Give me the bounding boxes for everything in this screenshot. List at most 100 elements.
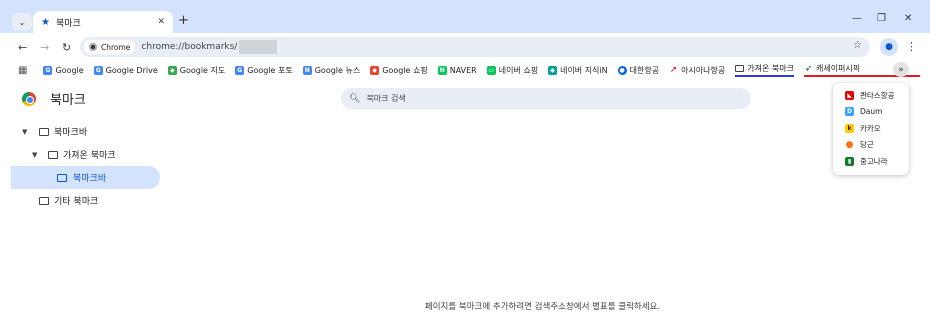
bookmark-label: Google 쇼핑 xyxy=(382,65,428,75)
qantas-icon: ◣ xyxy=(845,90,854,100)
bookmark-label: 네이버 지식iN xyxy=(560,65,608,75)
naver-shopping-icon: ▭ xyxy=(486,65,496,75)
bookmark-item[interactable]: ◆ Google 쇼핑 xyxy=(370,65,428,76)
google-icon: G xyxy=(235,65,245,75)
back-icon[interactable]: ← xyxy=(18,41,27,54)
menu-item[interactable]: ● 당근 xyxy=(833,137,909,154)
folder-tree: ▼ 북마크바 ▼ 가져온 북마크 북마크바 기타 북마크 xyxy=(11,120,161,212)
menu-item[interactable]: ◣ 콴타스항공 xyxy=(833,87,909,104)
more-menu-icon[interactable]: ⋮ xyxy=(906,40,917,53)
reload-icon[interactable]: ↻ xyxy=(62,41,71,54)
tree-node-bookmarks-bar-selected[interactable]: 북마크바 xyxy=(11,166,160,189)
restore-icon[interactable]: ❐ xyxy=(877,13,886,24)
menu-item[interactable]: D Daum xyxy=(833,104,909,121)
expand-arrow-icon[interactable]: ▼ xyxy=(22,128,27,136)
expand-arrow-icon[interactable]: ▼ xyxy=(32,151,37,159)
close-tab-icon[interactable]: ✕ xyxy=(157,17,165,27)
tab-bookmarks[interactable]: ★ 북마크 ✕ xyxy=(33,11,173,33)
bookmark-label: 아시아나항공 xyxy=(681,65,726,75)
bookmark-label: Google 지도 xyxy=(179,65,226,75)
bookmark-item[interactable]: G Google 포토 xyxy=(235,65,293,76)
folder-icon xyxy=(39,127,49,136)
tree-node-label: 기타 북마크 xyxy=(54,197,99,207)
minimize-icon[interactable]: — xyxy=(852,13,862,24)
bookmark-search[interactable]: 🔍︎ xyxy=(341,88,751,109)
tree-node-bookmarks-bar[interactable]: ▼ 북마크바 xyxy=(11,120,161,143)
menu-item-label: 카카오 xyxy=(860,123,881,133)
maps-icon: ◆ xyxy=(167,65,177,75)
google-icon: G xyxy=(93,65,103,75)
bookmark-item[interactable]: N Google 뉴스 xyxy=(302,65,361,76)
menu-item[interactable]: ▮ 중고나라 xyxy=(833,153,909,170)
bookmark-label: Google xyxy=(55,65,84,75)
page-title: 북마크 xyxy=(50,93,86,108)
page-header: 북마크 xyxy=(22,89,86,108)
toolbar: ← → ↻ Chrome chrome://bookmarks/ ☆ ● ⋮ xyxy=(0,33,930,60)
chevron-down-icon: ⌄ xyxy=(18,17,26,27)
shopping-icon: ◆ xyxy=(370,65,380,75)
forward-icon[interactable]: → xyxy=(40,41,49,54)
naver-icon: N xyxy=(437,65,447,75)
bookmark-label: 대한항공 xyxy=(629,65,660,75)
bookmarks-overflow-menu: ◣ 콴타스항공 D Daum k 카카오 ● 당근 ▮ 중고나라 xyxy=(833,83,909,175)
chrome-logo-icon xyxy=(22,91,36,106)
chip-label: Chrome xyxy=(101,42,131,52)
folder-icon xyxy=(57,173,67,182)
folder-icon xyxy=(735,65,745,72)
bookmarks-bar: ▦ G Google G Google Drive ◆ Google 지도 G Goog… xyxy=(0,60,930,80)
korean-air-icon: ● xyxy=(617,65,627,75)
bookmark-label: NAVER xyxy=(449,65,477,75)
bookmark-item[interactable]: ◆ 네이버 지식iN xyxy=(548,65,608,76)
bookmark-label: Google 뉴스 xyxy=(314,65,361,75)
chevron-double-right-icon: » xyxy=(898,64,904,75)
tab-search-button[interactable]: ⌄ xyxy=(12,13,32,31)
joonggonara-icon: ▮ xyxy=(845,156,854,166)
bookmark-label: 네이버 쇼핑 xyxy=(498,65,539,75)
carrot-icon: ● xyxy=(845,139,854,150)
folder-icon xyxy=(48,150,58,159)
tree-node-other[interactable]: 기타 북마크 xyxy=(11,189,161,212)
bookmark-item[interactable]: ➚ 아시아나항공 xyxy=(669,65,725,76)
new-tab-button[interactable]: + xyxy=(178,14,189,28)
bookmark-label: 캐세이퍼시픽 xyxy=(815,64,861,73)
kakao-icon: k xyxy=(845,123,854,133)
empty-state-hint: 페이지를 북마크에 추가하려면 검색주소창에서 별표를 클릭하세요. xyxy=(424,302,661,312)
menu-item-label: 당근 xyxy=(860,140,874,150)
cathay-icon: ➶ xyxy=(804,63,813,74)
search-input[interactable] xyxy=(366,94,727,103)
close-window-icon[interactable]: ✕ xyxy=(904,13,912,24)
bookmark-label: Google 포토 xyxy=(247,65,293,75)
tree-node-label: 북마크바 xyxy=(54,128,88,138)
tree-node-label: 가져온 북마크 xyxy=(63,151,116,161)
tree-node-label: 북마크바 xyxy=(73,174,107,184)
url-redaction xyxy=(239,40,278,54)
profile-avatar-icon[interactable]: ● xyxy=(880,38,898,56)
naver-kin-icon: ◆ xyxy=(548,65,558,75)
bookmark-item[interactable]: N NAVER xyxy=(437,65,477,75)
asiana-icon: ➚ xyxy=(669,65,678,75)
tree-node-imported[interactable]: ▼ 가져온 북마크 xyxy=(11,143,161,166)
google-icon: G xyxy=(43,65,53,75)
bookmarks-overflow-button[interactable]: » xyxy=(893,62,909,77)
bookmark-item[interactable]: G Google Drive xyxy=(93,65,158,75)
chrome-icon xyxy=(89,43,97,51)
bookmark-item[interactable]: ▭ 네이버 쇼핑 xyxy=(486,65,539,76)
apps-grid-icon[interactable]: ▦ xyxy=(18,65,27,76)
search-icon: 🔍︎ xyxy=(349,93,361,104)
bookmark-item[interactable]: ● 대한항공 xyxy=(617,65,660,76)
bookmark-star-icon: ★ xyxy=(41,16,50,28)
bookmark-item[interactable]: ◆ Google 지도 xyxy=(167,65,226,76)
menu-item-label: Daum xyxy=(860,107,883,117)
folder-icon xyxy=(39,196,49,205)
daum-icon: D xyxy=(845,107,854,117)
address-bar[interactable]: Chrome chrome://bookmarks/ ☆ xyxy=(80,37,870,57)
site-info-chip[interactable]: Chrome xyxy=(84,40,136,54)
menu-item[interactable]: k 카카오 xyxy=(833,120,909,137)
menu-item-label: 콴타스항공 xyxy=(860,90,895,100)
bookmark-item[interactable]: G Google xyxy=(43,65,84,75)
tab-title: 북마크 xyxy=(55,18,81,29)
bookmark-star-outline-icon[interactable]: ☆ xyxy=(853,40,862,51)
news-icon: N xyxy=(302,65,312,75)
bookmark-folder-imported[interactable]: 가져온 북마크 xyxy=(735,63,794,77)
bookmark-label: 가져온 북마크 xyxy=(747,64,794,73)
